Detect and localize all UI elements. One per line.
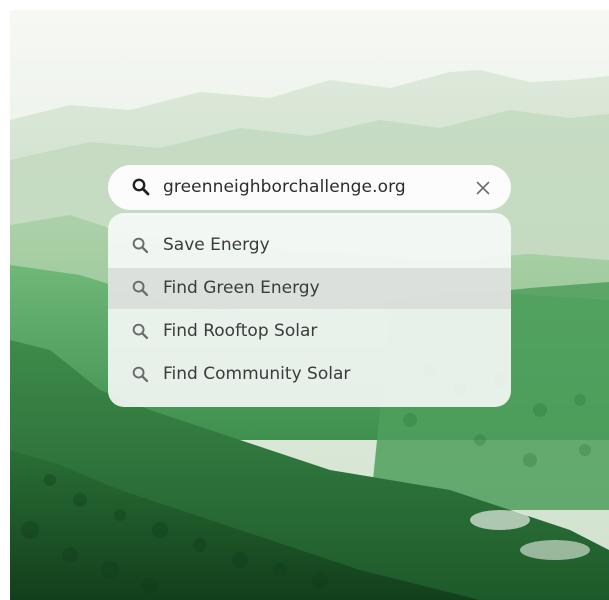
suggestion-label: Find Community Solar — [163, 364, 351, 384]
suggestion-find-community-solar[interactable]: Find Community Solar — [108, 354, 511, 395]
search-input[interactable]: greenneighborchallenge.org — [163, 165, 406, 210]
search-icon — [131, 322, 150, 341]
search-icon — [131, 365, 150, 384]
suggestion-label: Find Rooftop Solar — [163, 321, 318, 341]
close-icon[interactable] — [473, 178, 493, 198]
suggestion-find-rooftop-solar[interactable]: Find Rooftop Solar — [108, 311, 511, 352]
suggestion-save-energy[interactable]: Save Energy — [108, 225, 511, 266]
suggestions-dropdown: Save Energy Find Green Energy Find Rooft… — [108, 213, 511, 407]
search-icon — [131, 236, 150, 255]
suggestion-label: Find Green Energy — [163, 278, 320, 298]
search-bar[interactable]: greenneighborchallenge.org — [108, 165, 511, 210]
screen: greenneighborchallenge.org Save Energy F… — [0, 0, 609, 600]
search-icon — [131, 177, 151, 197]
suggestion-label: Save Energy — [163, 235, 270, 255]
search-icon — [131, 279, 150, 298]
suggestion-find-green-energy[interactable]: Find Green Energy — [108, 268, 511, 309]
